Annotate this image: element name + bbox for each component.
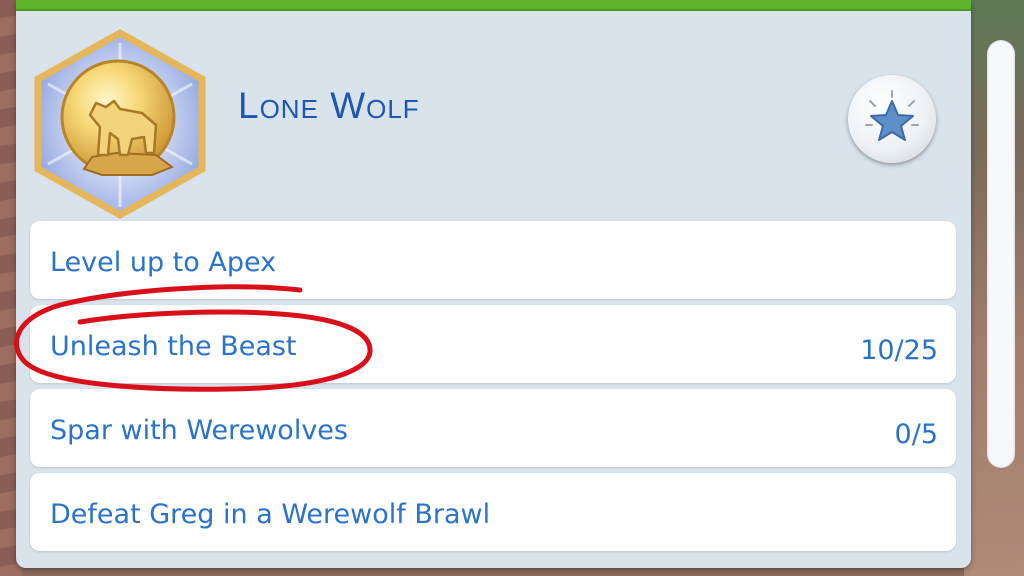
milestone-row[interactable]: Defeat Greg in a Werewolf Brawl xyxy=(30,473,956,551)
milestone-progress: 0/5 xyxy=(894,419,938,450)
aspiration-panel: Lone Wolf Level up to Apex Unleash the B… xyxy=(16,0,971,568)
milestone-row[interactable]: Unleash the Beast 10/25 xyxy=(30,305,956,383)
aspiration-header: Lone Wolf xyxy=(16,11,971,220)
milestone-progress: 10/25 xyxy=(860,335,938,366)
wolf-on-rock-icon xyxy=(32,28,208,220)
milestone-row[interactable]: Level up to Apex xyxy=(30,221,956,299)
aspiration-title: Lone Wolf xyxy=(238,85,420,126)
scrollbar[interactable] xyxy=(987,40,1015,468)
milestone-row[interactable]: Spar with Werewolves 0/5 xyxy=(30,389,956,467)
milestone-label: Spar with Werewolves xyxy=(50,415,348,446)
milestone-list: Level up to Apex Unleash the Beast 10/25… xyxy=(30,221,956,557)
star-icon xyxy=(865,90,919,141)
milestone-label: Level up to Apex xyxy=(50,247,277,278)
milestone-label: Defeat Greg in a Werewolf Brawl xyxy=(50,499,491,530)
panel-top-bar xyxy=(16,0,971,11)
milestone-label: Unleash the Beast xyxy=(50,331,297,362)
favorite-button[interactable] xyxy=(848,75,936,163)
